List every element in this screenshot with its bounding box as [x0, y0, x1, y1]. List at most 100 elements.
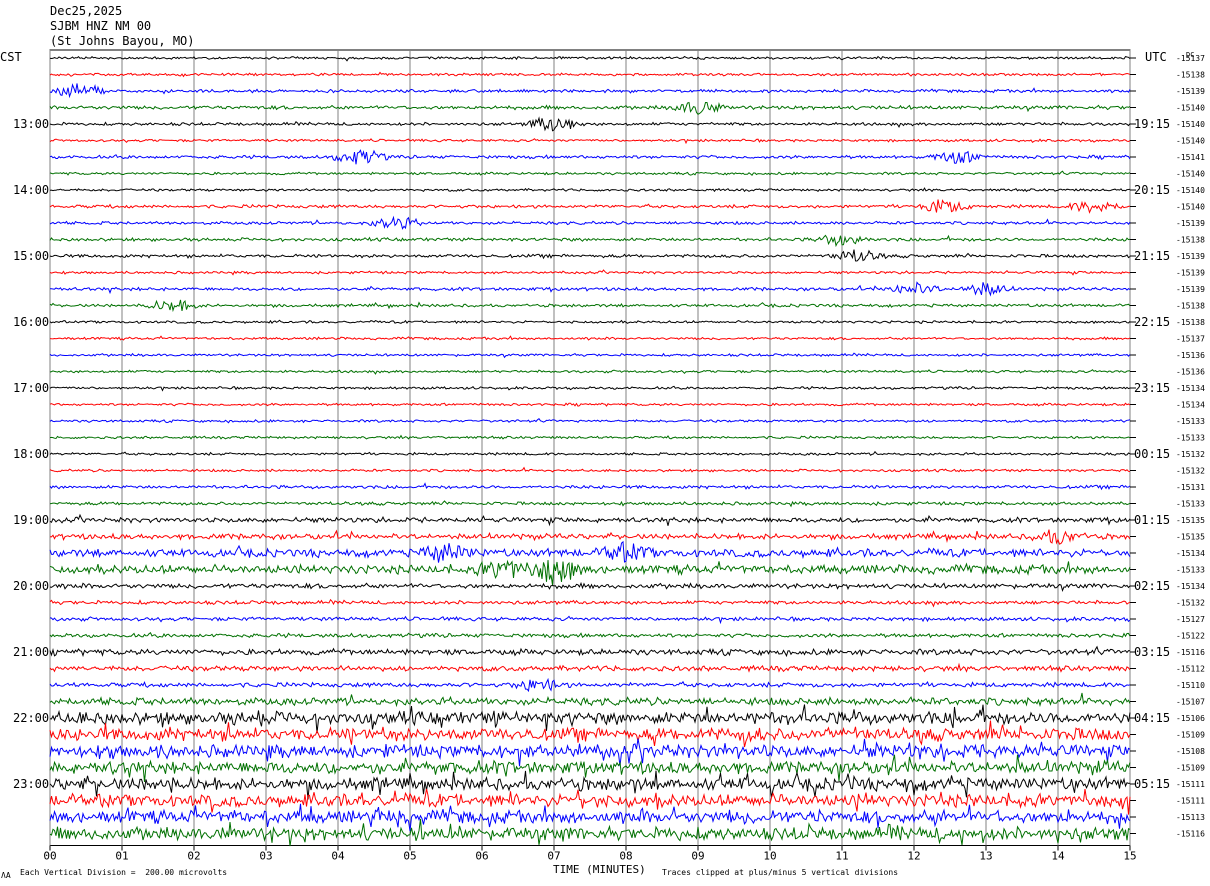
- dc-offset-label: -15139: [1176, 219, 1205, 228]
- dc-offset-label: -15107: [1176, 698, 1205, 707]
- trace-line: [49, 385, 1131, 392]
- trace-line: [49, 269, 1130, 276]
- dc-offset-label: -15134: [1176, 582, 1205, 591]
- dc-offset-label: -15139: [1176, 87, 1205, 96]
- trace-line: [49, 281, 1131, 297]
- minute-grid: [49, 49, 1136, 851]
- cst-hour-label: 21:00: [13, 645, 49, 659]
- x-tick-label: 02: [187, 850, 200, 863]
- dc-offset-label: -15134: [1176, 384, 1205, 393]
- trace-line: [49, 450, 1131, 457]
- cst-hour-label: 16:00: [13, 315, 49, 329]
- trace-line: [49, 369, 1130, 375]
- utc-hour-label: 19:15: [1134, 117, 1170, 131]
- dc-offset-label: -15138: [1176, 318, 1205, 327]
- plot-frame: [49, 49, 1131, 846]
- trace-line: [49, 83, 1131, 99]
- dc-offset-label: -15135: [1176, 516, 1205, 525]
- utc-hour-label: 05:15: [1134, 777, 1170, 791]
- dc-offset-label: -15140: [1176, 186, 1205, 195]
- cst-hour-label: 19:00: [13, 513, 49, 527]
- trace-line: [49, 529, 1131, 545]
- cst-hour-label: 17:00: [13, 381, 49, 395]
- x-tick-label: 14: [1051, 850, 1065, 863]
- trace-line: [49, 677, 1131, 693]
- trace-line: [49, 770, 1131, 800]
- dc-offset-label: -15140: [1176, 104, 1205, 113]
- cst-hour-label: 23:00: [13, 777, 49, 791]
- scale-note: Each Vertical Division = 200.00 microvol…: [20, 868, 228, 877]
- trace-line: [49, 803, 1131, 832]
- dc-offset-label: -15116: [1176, 648, 1205, 657]
- trace-line: [49, 692, 1131, 708]
- dc-offset-label: -15132: [1176, 467, 1205, 476]
- x-tick-label: 09: [691, 850, 704, 863]
- cst-hour-label: 13:00: [13, 117, 49, 131]
- corner-mark: ɅA: [1, 871, 11, 880]
- dc-offset-label: -15138: [1176, 71, 1205, 80]
- trace-line: [49, 720, 1131, 748]
- dc-offset-label: -15111: [1176, 780, 1205, 789]
- cst-hour-label: 14:00: [13, 183, 49, 197]
- trace-line: [49, 149, 1131, 165]
- x-tick-label: 07: [547, 850, 560, 863]
- dc-offset-label: -15109: [1176, 764, 1205, 773]
- dc-offset-label: -15133: [1176, 566, 1205, 575]
- dc-offset-label: -15133: [1176, 500, 1205, 509]
- utc-hour-label: 20:15: [1134, 183, 1170, 197]
- trace-line: [49, 234, 1131, 248]
- dc-offset-label: -15106: [1176, 714, 1205, 723]
- utc-hour-label: 00:15: [1134, 447, 1170, 461]
- dc-offset-label: -15111: [1176, 797, 1205, 806]
- x-axis-title: TIME (MINUTES): [553, 863, 646, 876]
- dc-offset-label: -15140: [1176, 203, 1205, 212]
- x-tick-label: 15: [1123, 850, 1136, 863]
- utc-hour-label: 04:15: [1134, 711, 1170, 725]
- trace-line: [49, 559, 1131, 586]
- trace-line: [49, 662, 1131, 673]
- trace-line: [49, 788, 1131, 815]
- trace-line: [49, 402, 1131, 407]
- dc-offset-label: -15109: [1176, 731, 1205, 740]
- trace-line: [49, 335, 1131, 341]
- helicorder-chart: CST UTC DC TIME (MINUTES) 00 01 02 03 04 05 06…: [0, 49, 1205, 876]
- x-tick-label: 13: [979, 850, 992, 863]
- trace-line: [49, 434, 1131, 440]
- trace-line: [49, 187, 1131, 193]
- dc-offset-label: -15135: [1176, 533, 1205, 542]
- seismic-traces: [49, 55, 1131, 847]
- dc-offset-label: -15136: [1176, 368, 1205, 377]
- x-tick-label: 03: [259, 850, 272, 863]
- x-tick-label: 05: [403, 850, 416, 863]
- x-tick-label: 10: [763, 850, 776, 863]
- dc-offset-label: -15138: [1176, 236, 1205, 245]
- dc-offset-label: -15136: [1176, 351, 1205, 360]
- trace-line: [49, 540, 1131, 563]
- dc-offset-label: -15137: [1176, 335, 1205, 344]
- trace-line: [49, 738, 1131, 767]
- dc-offset-label: -15110: [1176, 681, 1205, 690]
- dc-offset-label: -15133: [1176, 434, 1205, 443]
- dc-offset-label: -15131: [1176, 483, 1205, 492]
- right-timezone-label: UTC: [1145, 50, 1167, 64]
- x-tick-label: 06: [475, 850, 488, 863]
- x-tick-label: 11: [835, 850, 848, 863]
- dc-offset-label: -15134: [1176, 401, 1205, 410]
- x-tick-label: 12: [907, 850, 920, 863]
- trace-line: [49, 513, 1131, 527]
- dc-offset-label: -15137: [1176, 54, 1205, 63]
- cst-hour-label: 18:00: [13, 447, 49, 461]
- dc-offset-label: -15134: [1176, 549, 1205, 558]
- dc-offset-label: -15138: [1176, 302, 1205, 311]
- dc-offset-label: -15140: [1176, 170, 1205, 179]
- cst-hour-label: 20:00: [13, 579, 49, 593]
- trace-line: [49, 319, 1131, 325]
- trace-line: [49, 299, 1131, 313]
- dc-offset-label: -15132: [1176, 450, 1205, 459]
- dc-offset-label: -15122: [1176, 632, 1205, 641]
- clip-note: Traces clipped at plus/minus 5 vertical …: [662, 868, 899, 877]
- trace-line: [49, 116, 1131, 132]
- trace-line: [49, 632, 1131, 639]
- trace-line: [49, 55, 1131, 62]
- cst-hour-label: 15:00: [13, 249, 49, 263]
